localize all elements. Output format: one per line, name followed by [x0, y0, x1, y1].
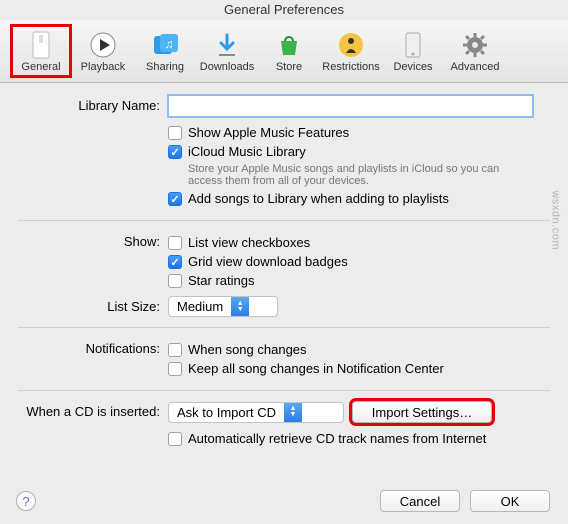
play-icon: [87, 29, 119, 61]
add-songs-label: Add songs to Library when adding to play…: [188, 191, 449, 206]
grid-view-label: Grid view download badges: [188, 254, 348, 269]
toolbar-downloads[interactable]: Downloads: [196, 24, 258, 78]
keep-all-songs-checkbox[interactable]: [168, 362, 182, 376]
icloud-library-checkbox[interactable]: [168, 145, 182, 159]
library-name-input[interactable]: [168, 95, 533, 117]
preferences-toolbar: General Playback ♫ Sharing Downloads Sto…: [0, 20, 568, 83]
toolbar-sharing[interactable]: ♫ Sharing: [134, 24, 196, 78]
separator: [18, 390, 550, 391]
toolbar-store[interactable]: Store: [258, 24, 320, 78]
list-size-select[interactable]: Medium ▲▼: [168, 296, 278, 317]
parental-icon: [335, 29, 367, 61]
list-size-label: List Size:: [18, 296, 168, 314]
switch-icon: [25, 29, 57, 61]
help-icon: ?: [22, 494, 29, 509]
icloud-library-label: iCloud Music Library: [188, 144, 306, 159]
cancel-button[interactable]: Cancel: [380, 490, 460, 512]
auto-retrieve-label: Automatically retrieve CD track names fr…: [188, 431, 486, 446]
when-song-changes-checkbox[interactable]: [168, 343, 182, 357]
toolbar-label: Devices: [393, 61, 432, 73]
keep-all-songs-label: Keep all song changes in Notification Ce…: [188, 361, 444, 376]
notifications-label: Notifications:: [18, 338, 168, 356]
separator: [18, 327, 550, 328]
cd-inserted-label: When a CD is inserted:: [18, 401, 168, 419]
show-apple-music-checkbox[interactable]: [168, 126, 182, 140]
toolbar-devices[interactable]: Devices: [382, 24, 444, 78]
svg-text:♫: ♫: [165, 37, 174, 51]
import-settings-button[interactable]: Import Settings…: [352, 401, 492, 423]
star-ratings-label: Star ratings: [188, 273, 254, 288]
toolbar-label: Downloads: [200, 61, 254, 73]
toolbar-label: General: [21, 61, 60, 73]
cd-action-select[interactable]: Ask to Import CD ▲▼: [168, 402, 344, 423]
toolbar-label: Restrictions: [322, 61, 379, 73]
grid-view-checkbox[interactable]: [168, 255, 182, 269]
auto-retrieve-checkbox[interactable]: [168, 432, 182, 446]
separator: [18, 220, 550, 221]
download-icon: [211, 29, 243, 61]
star-ratings-checkbox[interactable]: [168, 274, 182, 288]
when-song-changes-label: When song changes: [188, 342, 307, 357]
toolbar-restrictions[interactable]: Restrictions: [320, 24, 382, 78]
bag-icon: [273, 29, 305, 61]
icloud-help-text: Store your Apple Music songs and playlis…: [188, 163, 528, 187]
toolbar-label: Store: [276, 61, 302, 73]
watermark-text: wsxdn.com: [550, 190, 562, 250]
toolbar-label: Playback: [81, 61, 126, 73]
show-apple-music-label: Show Apple Music Features: [188, 125, 349, 140]
ok-button[interactable]: OK: [470, 490, 550, 512]
cd-action-value: Ask to Import CD: [169, 405, 284, 420]
add-songs-checkbox[interactable]: [168, 192, 182, 206]
list-size-value: Medium: [169, 299, 231, 314]
list-view-label: List view checkboxes: [188, 235, 310, 250]
show-label: Show:: [18, 231, 168, 249]
help-button[interactable]: ?: [16, 491, 36, 511]
phone-icon: [397, 29, 429, 61]
chevron-updown-icon: ▲▼: [231, 297, 249, 316]
music-note-icon: ♫: [149, 29, 181, 61]
list-view-checkbox[interactable]: [168, 236, 182, 250]
chevron-updown-icon: ▲▼: [284, 403, 302, 422]
footer: ? Cancel OK: [16, 490, 550, 512]
toolbar-label: Advanced: [451, 61, 500, 73]
toolbar-playback[interactable]: Playback: [72, 24, 134, 78]
toolbar-label: Sharing: [146, 61, 184, 73]
toolbar-advanced[interactable]: Advanced: [444, 24, 506, 78]
window-title: General Preferences: [0, 0, 568, 20]
content-pane: Library Name: Show Apple Music Features …: [0, 83, 568, 464]
toolbar-general[interactable]: General: [10, 24, 72, 78]
gear-icon: [459, 29, 491, 61]
library-name-label: Library Name:: [18, 95, 168, 113]
